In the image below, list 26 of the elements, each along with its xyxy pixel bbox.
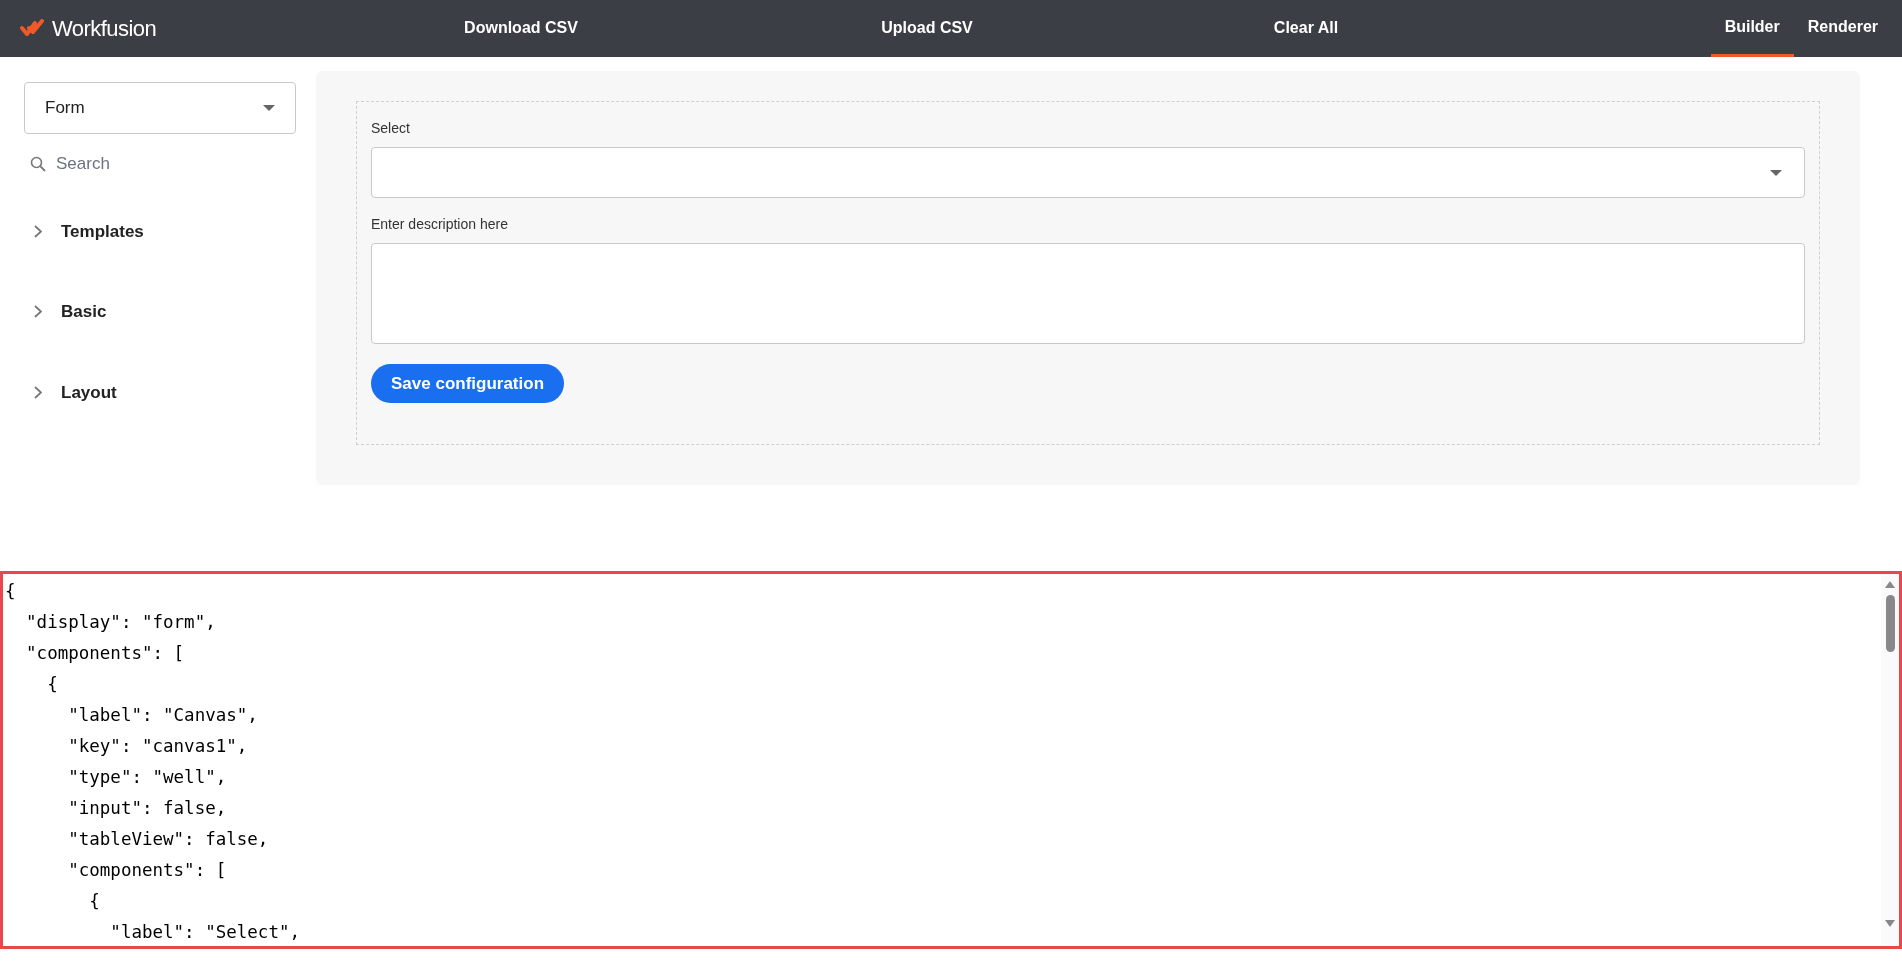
dropdown-value: Form	[45, 97, 85, 120]
logo-text: Workfusion	[52, 15, 157, 43]
caret-icon	[1770, 169, 1782, 176]
chevron-icon	[34, 385, 42, 399]
form-type-dropdown[interactable]: Form	[24, 82, 296, 134]
code-editor-field[interactable]: { "display": "form", "components": [ { "label": "Canvas", "key": "canvas1", "type": "well", "input": false, "tableView": false, "components": [ { "label": "Select",	[0, 571, 1902, 949]
header-tab[interactable]: Renderer	[1793, 0, 1892, 57]
description-field[interactable]	[371, 243, 1805, 344]
header-link[interactable]: Clear All	[1273, 16, 1339, 40]
code-text: { "display": "form", "components": [ { "label": "Canvas", "key": "canvas1", "type": "well", "input": false, "tableView": false, "components": [ { "label": "Select",	[4, 580, 301, 944]
logo-icon	[20, 18, 46, 39]
field-label: Enter description here	[371, 215, 509, 234]
header-link[interactable]: Download CSV	[464, 16, 578, 40]
header-tab[interactable]: Builder	[1710, 0, 1794, 57]
search-field[interactable]: Search	[56, 151, 256, 177]
header-link[interactable]: Upload CSV	[881, 16, 973, 40]
chevron-icon	[34, 305, 42, 319]
sidebar-group[interactable]: Templates	[24, 218, 296, 244]
sidebar-group[interactable]: Layout	[24, 379, 296, 405]
caret-icon	[263, 105, 275, 111]
chevron-icon	[34, 224, 42, 238]
sidebar-group[interactable]: Basic	[24, 299, 296, 325]
save-button[interactable]: Save configuration	[371, 364, 565, 403]
field-label: Select	[371, 119, 411, 138]
select-field[interactable]	[371, 147, 1805, 198]
search-icon	[30, 155, 46, 172]
